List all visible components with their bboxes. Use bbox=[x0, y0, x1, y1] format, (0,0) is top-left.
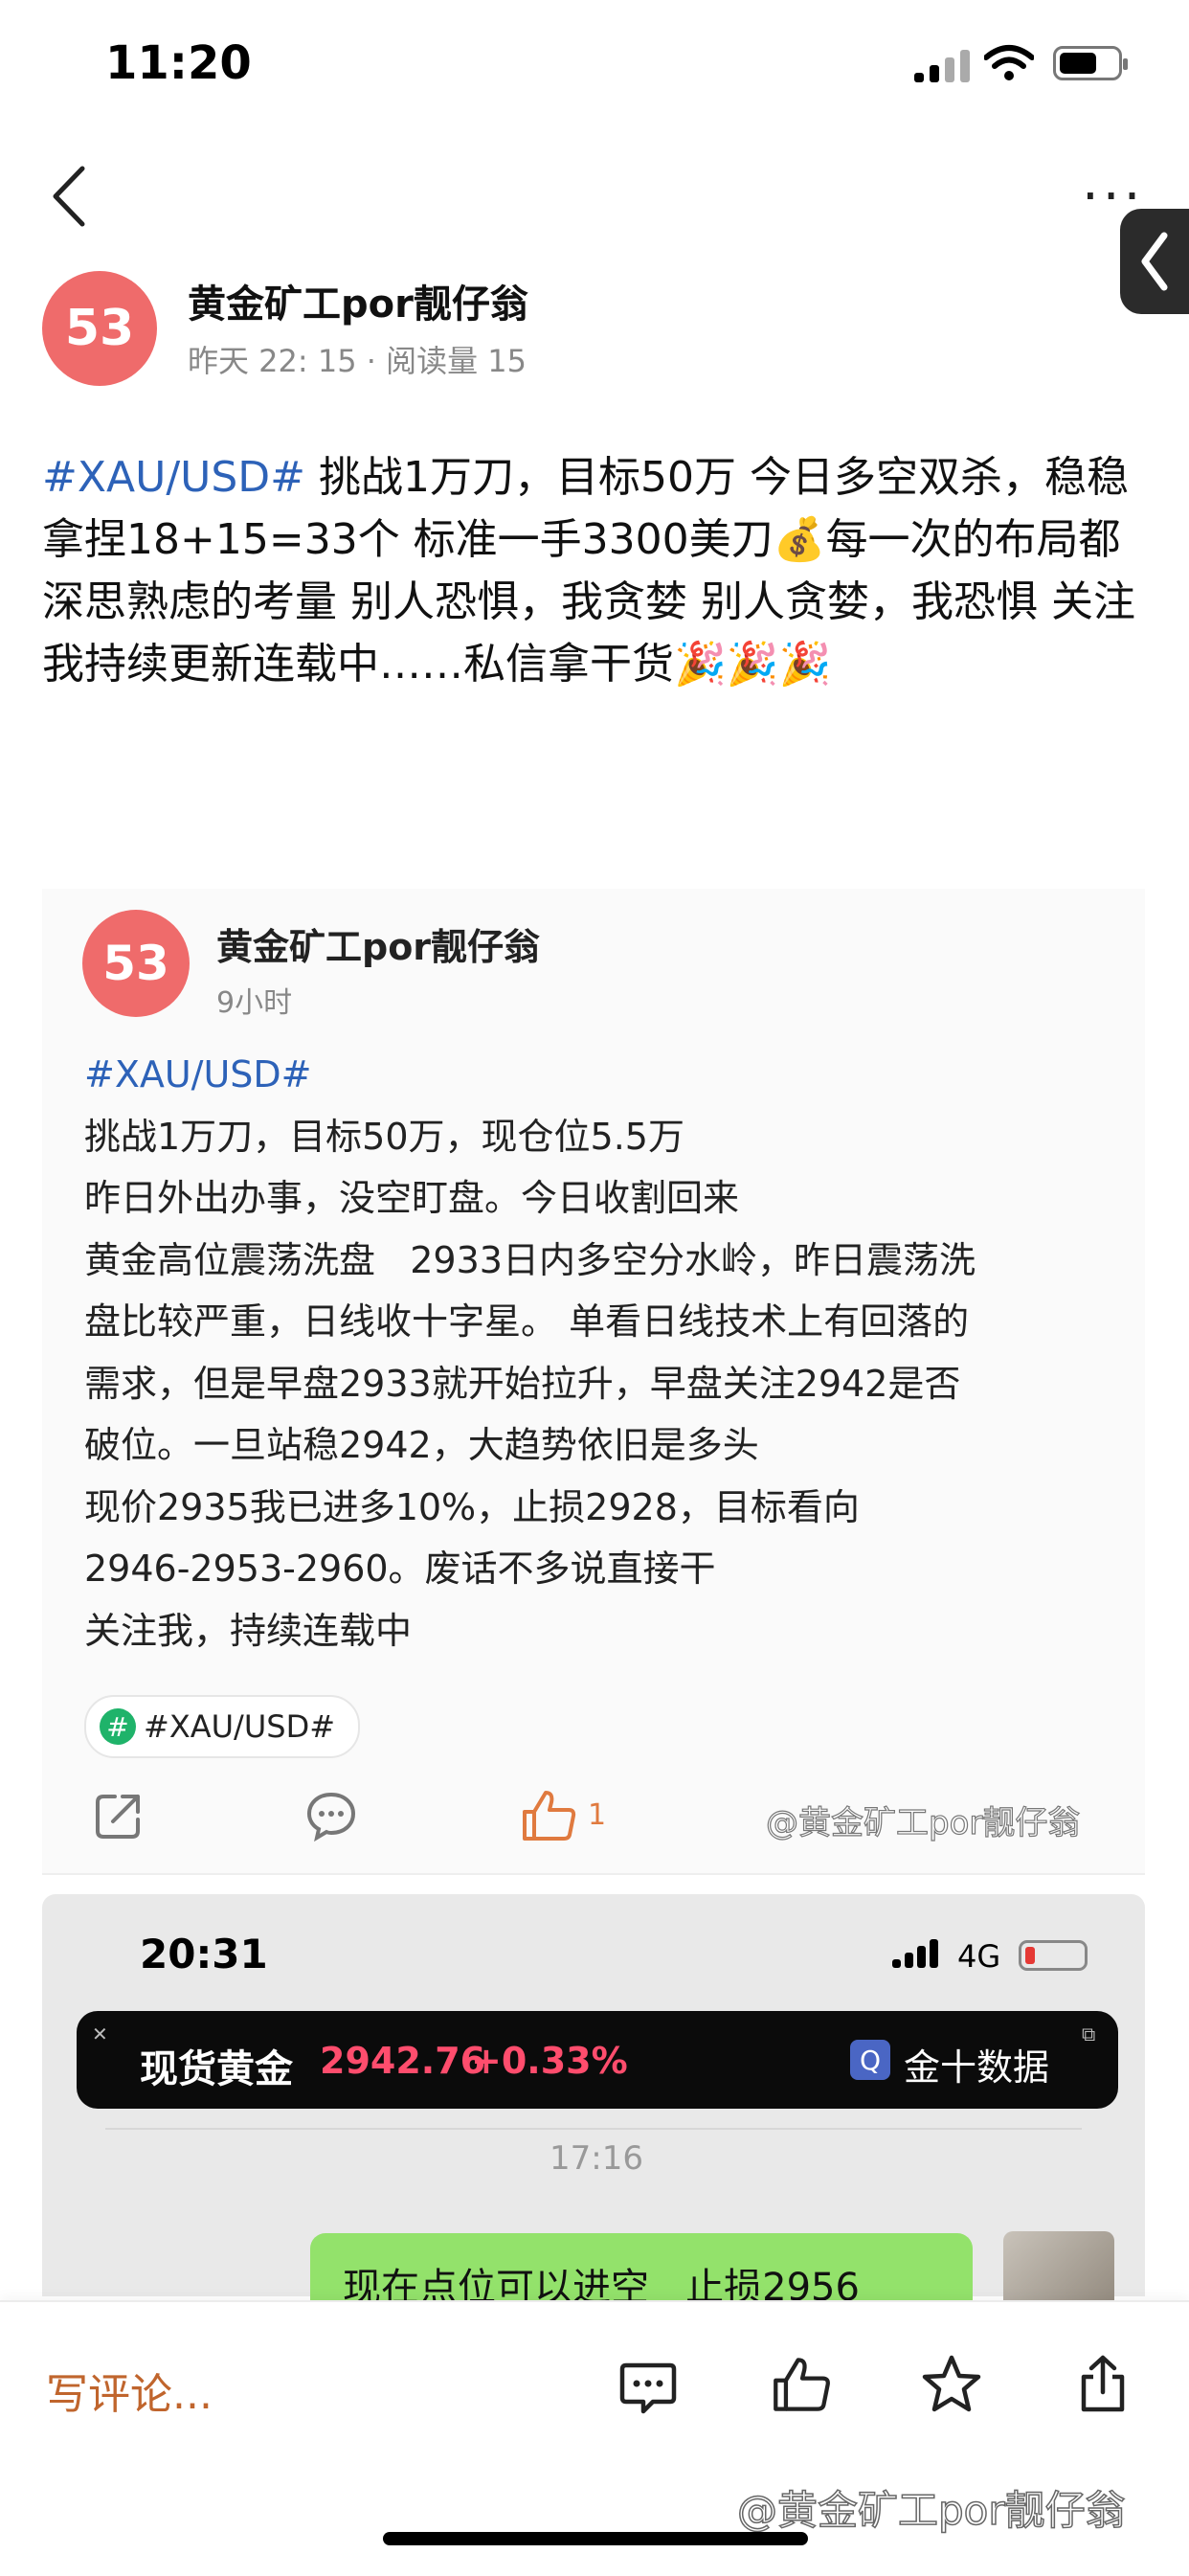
quoted-post-body: #XAU/USD# 挑战1万刀，目标50万，现仓位5.5万 昨日外出办事，没空盯… bbox=[84, 1044, 1099, 1661]
battery-icon bbox=[1053, 46, 1128, 80]
hashtag-icon: # bbox=[100, 1708, 136, 1745]
thumbs-up-icon[interactable] bbox=[521, 1789, 578, 1842]
close-icon[interactable]: ✕ bbox=[92, 2022, 108, 2045]
share-icon[interactable] bbox=[92, 1789, 146, 1842]
divider bbox=[105, 2128, 1082, 2130]
quoted-line: 盘比较严重，日线收十字星。 单看日线技术上有回落的 bbox=[84, 1300, 970, 1343]
like-count: 1 bbox=[588, 1798, 607, 1832]
quoted-hashtag-link[interactable]: #XAU/USD# bbox=[84, 1044, 1099, 1106]
cellular-signal-icon bbox=[892, 1939, 940, 1968]
quoted-line: 挑战1万刀，目标50万，现仓位5.5万 bbox=[84, 1115, 684, 1158]
quoted-line: 现价2935我已进多10%，止损2928，目标看向 bbox=[84, 1485, 860, 1528]
quoted-line: 2946-2953-2960。废话不多说直接干 bbox=[84, 1548, 716, 1590]
comment-icon[interactable] bbox=[304, 1789, 358, 1842]
chevron-left-icon[interactable] bbox=[42, 163, 100, 230]
thumbs-up-icon[interactable] bbox=[772, 2354, 833, 2415]
ticker-label: 现货黄金 bbox=[140, 2047, 293, 2091]
chevron-left-icon bbox=[1141, 232, 1168, 291]
expand-icon[interactable]: ⧉ bbox=[1082, 2022, 1095, 2045]
comment-icon[interactable] bbox=[618, 2358, 678, 2417]
home-indicator[interactable] bbox=[383, 2532, 808, 2545]
jin10-logo-icon: Q bbox=[850, 2040, 890, 2080]
status-time: 11:20 bbox=[105, 36, 252, 90]
topic-badge-label: #XAU/USD# bbox=[144, 1708, 336, 1745]
quoted-author-name[interactable]: 黄金矿工por靓仔翁 bbox=[216, 917, 540, 970]
author-avatar[interactable]: 53 bbox=[42, 271, 157, 386]
cellular-signal-icon bbox=[914, 50, 970, 82]
comment-input[interactable]: 写评论... bbox=[46, 2360, 213, 2421]
post-meta: 昨天 22: 15 · 阅读量 15 bbox=[188, 343, 527, 379]
quoted-line: 关注我，持续连载中 bbox=[84, 1609, 413, 1652]
battery-icon bbox=[1019, 1940, 1088, 1971]
quoted-line: 破位。一旦站稳2942，大趋势依旧是多头 bbox=[84, 1424, 759, 1466]
post-body: #XAU/USD# 挑战1万刀，目标50万 今日多空双杀，稳稳拿捏18+15=3… bbox=[42, 446, 1143, 695]
quoted-post-time: 9小时 bbox=[216, 986, 293, 1020]
chat-timestamp: 17:16 bbox=[550, 2139, 643, 2178]
share-icon[interactable] bbox=[1074, 2354, 1132, 2415]
star-icon[interactable] bbox=[921, 2354, 982, 2415]
quoted-line: 黄金高位震荡洗盘 2933日内多空分水岭，昨日震荡洗 bbox=[84, 1238, 976, 1281]
topic-badge[interactable]: # #XAU/USD# bbox=[84, 1695, 361, 1758]
embedded-status-time: 20:31 bbox=[140, 1931, 268, 1977]
quoted-line: 需求，但是早盘2933就开始拉升，早盘关注2942是否 bbox=[84, 1362, 961, 1405]
more-dots-icon[interactable]: ··· bbox=[1082, 170, 1144, 224]
ticker-source: 金十数据 bbox=[904, 2046, 1050, 2089]
divider bbox=[42, 1873, 1145, 1875]
watermark: @黄金矿工por靓仔翁 bbox=[736, 2486, 1126, 2535]
author-name[interactable]: 黄金矿工por靓仔翁 bbox=[188, 273, 528, 328]
hashtag-link[interactable]: #XAU/USD# bbox=[42, 453, 305, 502]
side-panel-handle[interactable] bbox=[1120, 209, 1189, 314]
watermark: @黄金矿工por靓仔翁 bbox=[765, 1803, 1081, 1842]
ticker-change: +0.33% bbox=[471, 2040, 628, 2082]
quoted-author-avatar[interactable]: 53 bbox=[82, 910, 190, 1017]
network-type: 4G bbox=[957, 1938, 1001, 1975]
ticker-price: 2942.76 bbox=[320, 2040, 486, 2082]
quoted-line: 昨日外出办事，没空盯盘。今日收割回来 bbox=[84, 1177, 740, 1219]
wifi-icon bbox=[984, 45, 1034, 80]
